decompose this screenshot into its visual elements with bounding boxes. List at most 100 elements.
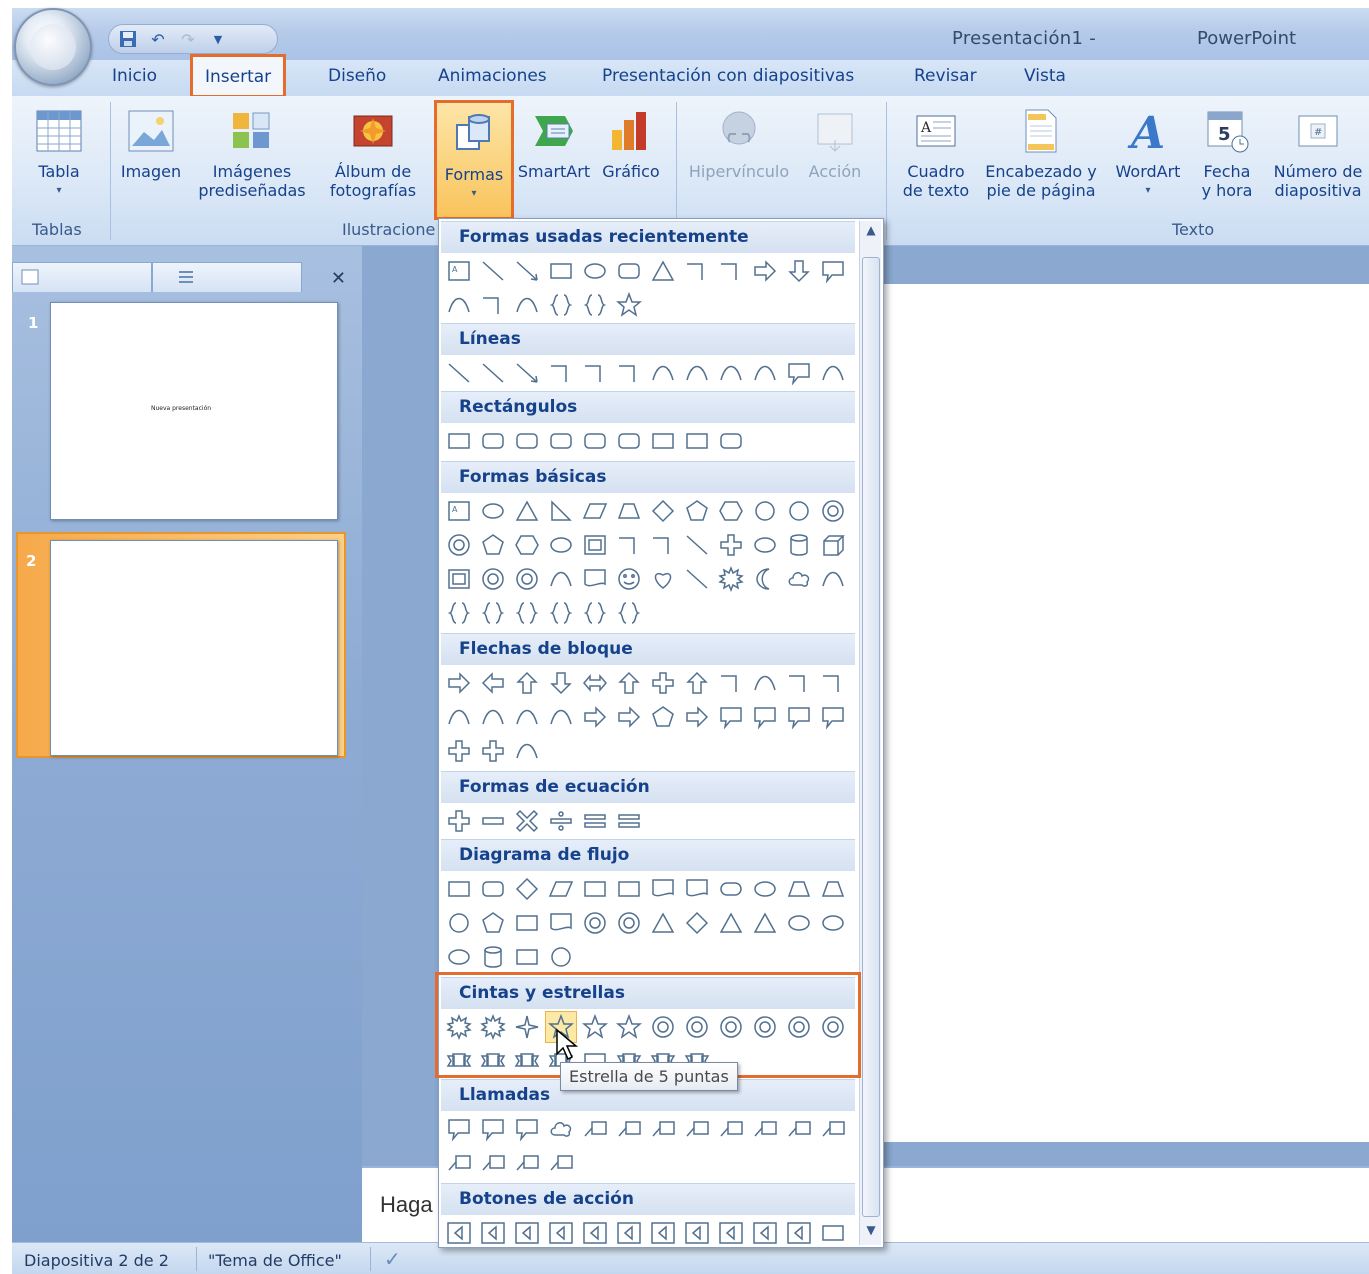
hyperlink-button[interactable]: Hipervínculo xyxy=(684,106,794,181)
can-shape-icon[interactable] xyxy=(783,529,815,561)
elbow-shape-icon[interactable] xyxy=(715,255,747,287)
callout-shape-icon[interactable] xyxy=(749,701,781,733)
donut-shape-icon[interactable] xyxy=(613,907,645,939)
rect-shape-icon[interactable] xyxy=(443,873,475,905)
rect-shape-icon[interactable] xyxy=(545,255,577,287)
pent-shape-icon[interactable] xyxy=(477,529,509,561)
slide-thumbnail-2[interactable] xyxy=(50,540,338,756)
curve-shape-icon[interactable] xyxy=(511,735,543,767)
para-shape-icon[interactable] xyxy=(545,873,577,905)
ribbon-shape-icon[interactable] xyxy=(477,1045,509,1077)
callout-shape-icon[interactable] xyxy=(477,1113,509,1145)
brace-shape-icon[interactable] xyxy=(477,597,509,629)
curve-shape-icon[interactable] xyxy=(715,357,747,389)
callout-shape-icon[interactable] xyxy=(511,1113,543,1145)
oval-shape-icon[interactable] xyxy=(749,529,781,561)
picture-button[interactable]: Imagen xyxy=(116,106,186,181)
slide-number-button[interactable]: # Número de diapositiva xyxy=(1266,106,1369,200)
burst-shape-icon[interactable] xyxy=(477,1011,509,1043)
rect-shape-icon[interactable] xyxy=(443,425,475,457)
eq-shape-icon[interactable] xyxy=(579,805,611,837)
curve-shape-icon[interactable] xyxy=(817,563,849,595)
wordart-button[interactable]: A WordArt ▾ xyxy=(1108,106,1188,200)
elbow-shape-icon[interactable] xyxy=(579,357,611,389)
lcallout-shape-icon[interactable] xyxy=(647,1113,679,1145)
tab-outline[interactable] xyxy=(152,262,302,292)
btn-shape-icon[interactable] xyxy=(443,1217,475,1247)
lrarrow-shape-icon[interactable] xyxy=(579,667,611,699)
cube-shape-icon[interactable] xyxy=(817,529,849,561)
can-shape-icon[interactable] xyxy=(477,941,509,973)
oval-shape-icon[interactable] xyxy=(545,529,577,561)
seal-shape-icon[interactable] xyxy=(579,907,611,939)
clipart-button[interactable]: Imágenes prediseñadas xyxy=(192,106,312,200)
curve-shape-icon[interactable] xyxy=(511,701,543,733)
customize-qat-icon[interactable]: ▼ xyxy=(207,29,229,49)
div-shape-icon[interactable] xyxy=(545,805,577,837)
curve-shape-icon[interactable] xyxy=(749,357,781,389)
line-shape-icon[interactable] xyxy=(681,529,713,561)
line-shape-icon[interactable] xyxy=(477,255,509,287)
lcallout-shape-icon[interactable] xyxy=(783,1113,815,1145)
darrow-shape-icon[interactable] xyxy=(545,667,577,699)
textbox-shape-icon[interactable]: A xyxy=(443,255,475,287)
seal-shape-icon[interactable] xyxy=(681,1011,713,1043)
chart-button[interactable]: Gráfico xyxy=(596,106,666,181)
star5-shape-icon[interactable] xyxy=(613,289,645,321)
cloud-shape-icon[interactable] xyxy=(545,1113,577,1145)
rect-shape-icon[interactable] xyxy=(613,873,645,905)
curve-shape-icon[interactable] xyxy=(681,357,713,389)
brace-shape-icon[interactable] xyxy=(511,597,543,629)
seal-shape-icon[interactable] xyxy=(715,1011,747,1043)
dia-shape-icon[interactable] xyxy=(647,495,679,527)
office-button[interactable] xyxy=(14,8,92,86)
line-shape-icon[interactable] xyxy=(443,357,475,389)
plus-shape-icon[interactable] xyxy=(477,735,509,767)
hex-shape-icon[interactable] xyxy=(715,495,747,527)
star5-shape-icon[interactable] xyxy=(579,1011,611,1043)
uarrow-shape-icon[interactable] xyxy=(511,667,543,699)
action-button[interactable]: Acción xyxy=(800,106,870,181)
rect-shape-icon[interactable] xyxy=(817,1217,849,1247)
btn-shape-icon[interactable] xyxy=(511,1217,543,1247)
burst-shape-icon[interactable] xyxy=(443,1011,475,1043)
tri-shape-icon[interactable] xyxy=(749,907,781,939)
tab-diseno[interactable]: Diseño xyxy=(328,66,386,86)
hex-shape-icon[interactable] xyxy=(511,529,543,561)
tab-insertar[interactable]: Insertar xyxy=(190,54,287,98)
rrect-shape-icon[interactable] xyxy=(613,425,645,457)
doc-shape-icon[interactable] xyxy=(545,907,577,939)
cloud-shape-icon[interactable] xyxy=(783,563,815,595)
elbow-shape-icon[interactable] xyxy=(613,529,645,561)
line-shape-icon[interactable] xyxy=(681,563,713,595)
pent-shape-icon[interactable] xyxy=(477,907,509,939)
seal-shape-icon[interactable] xyxy=(817,1011,849,1043)
scroll-up-icon[interactable]: ▲ xyxy=(860,223,882,245)
elbow-shape-icon[interactable] xyxy=(613,357,645,389)
callout-shape-icon[interactable] xyxy=(443,1113,475,1145)
curve-shape-icon[interactable] xyxy=(749,667,781,699)
tri-shape-icon[interactable] xyxy=(647,907,679,939)
close-icon[interactable]: ✕ xyxy=(331,268,346,289)
tri-shape-icon[interactable] xyxy=(715,907,747,939)
tab-revisar[interactable]: Revisar xyxy=(914,66,977,86)
callout-shape-icon[interactable] xyxy=(783,701,815,733)
btn-shape-icon[interactable] xyxy=(715,1217,747,1247)
callout-shape-icon[interactable] xyxy=(715,701,747,733)
header-footer-button[interactable]: Encabezado y pie de página xyxy=(980,106,1102,200)
star5-shape-icon[interactable] xyxy=(613,1011,645,1043)
oval-shape-icon[interactable] xyxy=(783,907,815,939)
undo-icon[interactable]: ↶ xyxy=(147,29,169,49)
circ-shape-icon[interactable] xyxy=(749,495,781,527)
callout-shape-icon[interactable] xyxy=(783,357,815,389)
table-button[interactable]: Tabla ▾ xyxy=(24,106,94,200)
elbow-shape-icon[interactable] xyxy=(817,667,849,699)
eq-shape-icon[interactable] xyxy=(613,805,645,837)
frame-shape-icon[interactable] xyxy=(579,529,611,561)
oval-shape-icon[interactable] xyxy=(817,907,849,939)
brace-shape-icon[interactable] xyxy=(579,597,611,629)
brace-shape-icon[interactable] xyxy=(613,597,645,629)
btn-shape-icon[interactable] xyxy=(647,1217,679,1247)
brace-shape-icon[interactable] xyxy=(545,597,577,629)
btn-shape-icon[interactable] xyxy=(545,1217,577,1247)
